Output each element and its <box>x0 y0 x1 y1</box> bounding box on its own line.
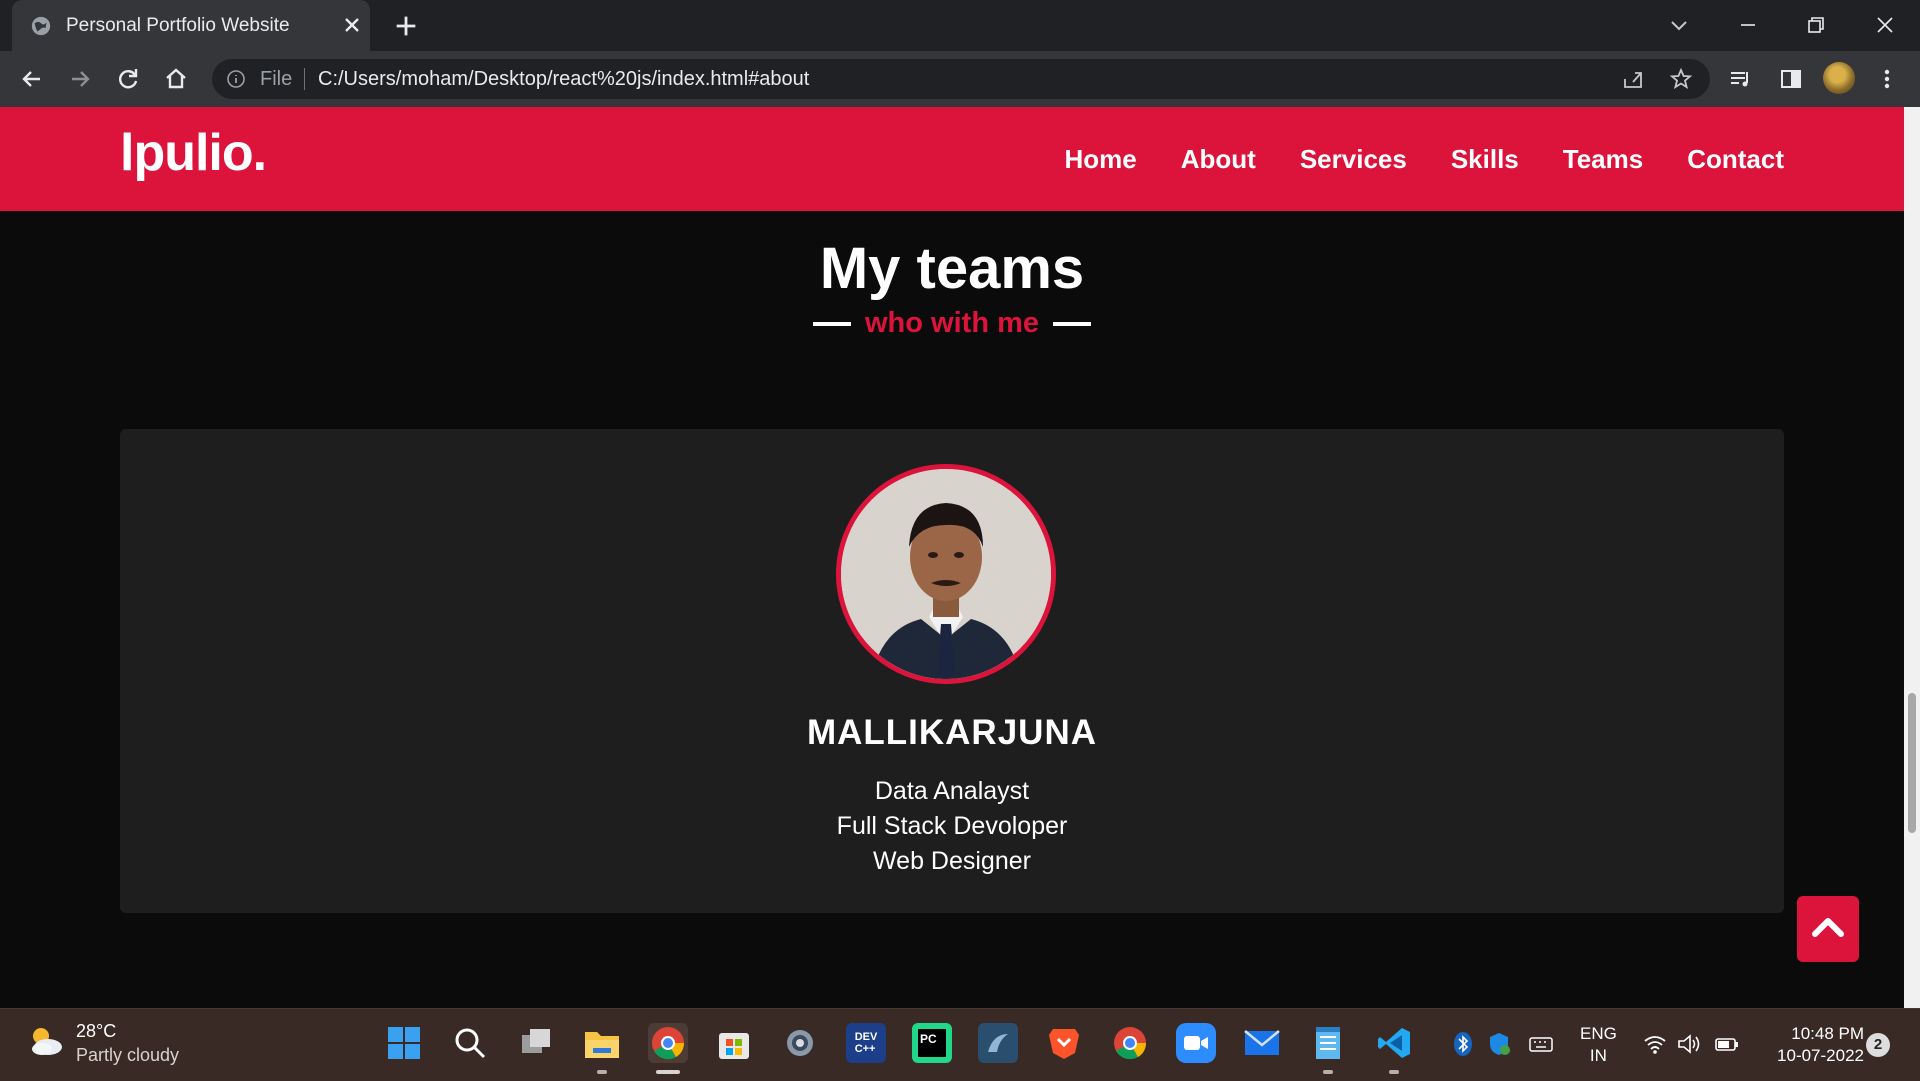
reload-icon[interactable] <box>114 65 142 93</box>
section-subtitle: who with me <box>0 307 1904 340</box>
member-photo <box>836 464 1056 684</box>
page-scrollbar[interactable] <box>1904 107 1920 1008</box>
keyboard-icon[interactable] <box>1528 1031 1554 1057</box>
brave-icon[interactable] <box>1044 1023 1084 1063</box>
restore-icon[interactable] <box>1801 10 1831 40</box>
mysql-workbench-icon[interactable] <box>978 1023 1018 1063</box>
input-language[interactable]: ENG IN <box>1580 1023 1617 1067</box>
region-code: IN <box>1589 1046 1607 1065</box>
home-icon[interactable] <box>162 65 190 93</box>
main-menu: Home About Services Skills Teams Contact <box>1065 107 1785 211</box>
file-explorer-icon[interactable] <box>582 1023 622 1063</box>
member-role: Full Stack Devoloper <box>836 812 1068 840</box>
settings-gear-icon[interactable] <box>780 1023 820 1063</box>
app-running-indicator <box>597 1070 607 1074</box>
menu-home[interactable]: Home <box>1065 144 1137 175</box>
media-control-icon[interactable] <box>1727 65 1755 93</box>
tab-title: Personal Portfolio Website <box>66 15 290 36</box>
mail-icon[interactable] <box>1242 1023 1282 1063</box>
weather-description[interactable]: Partly cloudy <box>76 1045 179 1066</box>
forward-arrow-icon[interactable] <box>66 65 94 93</box>
bluetooth-icon[interactable] <box>1450 1031 1476 1057</box>
menu-services[interactable]: Services <box>1300 144 1407 175</box>
task-view-icon[interactable] <box>516 1023 556 1063</box>
windows-start-icon[interactable] <box>384 1023 424 1063</box>
chrome-alt-icon[interactable] <box>1110 1023 1150 1063</box>
language-code: ENG <box>1580 1024 1617 1043</box>
partly-cloudy-icon[interactable] <box>26 1023 66 1059</box>
close-tab-icon[interactable] <box>340 13 364 37</box>
security-shield-icon[interactable] <box>1486 1031 1512 1057</box>
pycharm-icon[interactable]: PC <box>912 1023 952 1063</box>
weather-temperature[interactable]: 28°C <box>76 1021 116 1042</box>
profile-avatar[interactable] <box>1823 62 1855 94</box>
notepad-icon[interactable] <box>1308 1023 1348 1063</box>
tab-search-chevron-icon[interactable] <box>1664 10 1694 40</box>
dev-cpp-icon[interactable]: DEV C++ <box>846 1023 886 1063</box>
menu-about[interactable]: About <box>1181 144 1256 175</box>
close-window-icon[interactable] <box>1870 10 1900 40</box>
url-text[interactable]: C:/Users/moham/Desktop/react%20js/index.… <box>318 59 809 99</box>
member-name: MALLIKARJUNA <box>806 713 1098 752</box>
menu-skills[interactable]: Skills <box>1451 144 1519 175</box>
info-icon[interactable] <box>226 69 246 89</box>
notification-badge[interactable]: 2 <box>1866 1033 1890 1057</box>
microsoft-store-icon[interactable] <box>714 1023 754 1063</box>
address-bar[interactable]: File C:/Users/moham/Desktop/react%20js/i… <box>212 59 1710 99</box>
section-title: My teams <box>819 236 1085 301</box>
bookmark-star-icon[interactable] <box>1669 67 1693 91</box>
subtitle-line-right <box>1053 321 1091 326</box>
scrollbar-thumb[interactable] <box>1908 693 1916 833</box>
team-member-card: MALLIKARJUNA Data Analayst Full Stack De… <box>120 429 1784 913</box>
search-icon[interactable] <box>450 1023 490 1063</box>
share-icon[interactable] <box>1621 67 1645 91</box>
site-navbar: lpulio. Home About Services Skills Teams… <box>0 107 1904 211</box>
zoom-icon[interactable] <box>1176 1023 1216 1063</box>
wifi-icon[interactable] <box>1642 1031 1668 1057</box>
globe-icon <box>31 16 51 36</box>
clock[interactable]: 10:48 PM 10-07-2022 <box>1760 1023 1864 1067</box>
subtitle-text: who with me <box>865 307 1039 339</box>
clock-date: 10-07-2022 <box>1777 1046 1864 1065</box>
volume-icon[interactable] <box>1676 1031 1702 1057</box>
file-scheme-label: File <box>260 68 293 90</box>
browser-tab[interactable]: Personal Portfolio Website <box>12 0 370 51</box>
browser-tab-bar: Personal Portfolio Website <box>0 0 1920 51</box>
subtitle-line-left <box>813 321 851 326</box>
page-viewport: lpulio. Home About Services Skills Teams… <box>0 107 1904 1008</box>
menu-teams[interactable]: Teams <box>1563 144 1643 175</box>
member-role: Web Designer <box>873 847 1031 875</box>
minimize-icon[interactable] <box>1733 10 1763 40</box>
app-running-indicator <box>1323 1070 1333 1074</box>
member-portrait-illustration <box>841 469 1051 679</box>
chevron-up-icon <box>1812 918 1844 937</box>
chrome-icon[interactable] <box>648 1023 688 1063</box>
vscode-icon[interactable] <box>1374 1023 1414 1063</box>
app-active-indicator <box>656 1070 680 1074</box>
battery-icon[interactable] <box>1714 1031 1740 1057</box>
member-role: Data Analayst <box>874 777 1030 805</box>
back-to-top-button[interactable] <box>1797 896 1859 962</box>
browser-toolbar: File C:/Users/moham/Desktop/react%20js/i… <box>0 51 1920 108</box>
member-roles: Data Analayst Full Stack Devoloper Web D… <box>120 774 1784 879</box>
site-logo[interactable]: lpulio. <box>120 123 267 183</box>
app-running-indicator <box>1389 1070 1399 1074</box>
address-separator <box>304 68 305 90</box>
back-arrow-icon[interactable] <box>18 65 46 93</box>
more-menu-icon[interactable] <box>1873 65 1901 93</box>
menu-contact[interactable]: Contact <box>1687 144 1784 175</box>
side-panel-icon[interactable] <box>1777 65 1805 93</box>
clock-time: 10:48 PM <box>1791 1024 1864 1043</box>
windows-taskbar: 28°C Partly cloudy DEV C++ PC ENG IN 10:… <box>0 1008 1920 1081</box>
new-tab-icon[interactable] <box>392 12 420 40</box>
